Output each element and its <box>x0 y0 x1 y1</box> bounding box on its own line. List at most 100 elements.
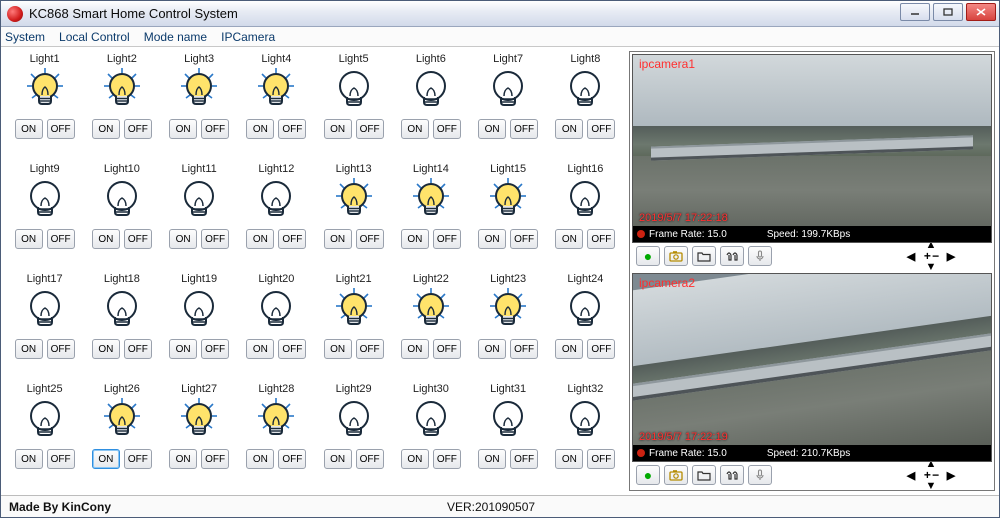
menu-mode-name[interactable]: Mode name <box>144 30 207 44</box>
light-on-button[interactable]: ON <box>15 229 43 249</box>
light-13: Light13 ONOFF <box>318 163 389 273</box>
light-on-button[interactable]: ON <box>555 339 583 359</box>
light-3: Light3ONOFF <box>164 53 235 163</box>
light-on-button[interactable]: ON <box>169 339 197 359</box>
menu-ipcamera[interactable]: IPCamera <box>221 30 275 44</box>
camera-1-audio-button[interactable] <box>720 246 744 266</box>
camera-2-view[interactable]: ipcamera2 2019/5/7 17:22:19 Frame Rate: … <box>632 273 992 462</box>
record-dot-icon <box>637 449 645 457</box>
light-on-button[interactable]: ON <box>15 339 43 359</box>
light-on-button[interactable]: ON <box>169 119 197 139</box>
light-off-button[interactable]: OFF <box>47 119 75 139</box>
light-on-button[interactable]: ON <box>92 449 120 469</box>
light-label: Light8 <box>570 53 600 65</box>
light-off-button[interactable]: OFF <box>587 449 615 469</box>
light-on-button[interactable]: ON <box>92 339 120 359</box>
light-off-button[interactable]: OFF <box>201 339 229 359</box>
bulb-on-icon <box>257 67 295 115</box>
light-on-button[interactable]: ON <box>246 119 274 139</box>
light-on-button[interactable]: ON <box>478 339 506 359</box>
light-off-button[interactable]: OFF <box>433 449 461 469</box>
ptz-down-icon[interactable]: ▼ <box>926 261 937 273</box>
light-on-button[interactable]: ON <box>324 449 352 469</box>
light-on-button[interactable]: ON <box>401 449 429 469</box>
light-on-button[interactable]: ON <box>92 229 120 249</box>
light-off-button[interactable]: OFF <box>433 339 461 359</box>
bulb-off-icon <box>335 67 373 115</box>
light-on-button[interactable]: ON <box>324 119 352 139</box>
menu-local-control[interactable]: Local Control <box>59 30 130 44</box>
light-off-button[interactable]: OFF <box>587 339 615 359</box>
light-off-button[interactable]: OFF <box>201 119 229 139</box>
camera-2-snapshot-button[interactable] <box>664 465 688 485</box>
light-on-button[interactable]: ON <box>92 119 120 139</box>
light-off-button[interactable]: OFF <box>124 449 152 469</box>
camera-1-record-button[interactable]: ● <box>636 246 660 266</box>
light-off-button[interactable]: OFF <box>124 119 152 139</box>
light-on-button[interactable]: ON <box>246 229 274 249</box>
camera-2-mic-button[interactable] <box>748 465 772 485</box>
light-on-button[interactable]: ON <box>555 119 583 139</box>
camera-1-folder-button[interactable] <box>692 246 716 266</box>
light-off-button[interactable]: OFF <box>356 339 384 359</box>
light-off-button[interactable]: OFF <box>587 229 615 249</box>
light-on-button[interactable]: ON <box>555 449 583 469</box>
light-on-button[interactable]: ON <box>324 229 352 249</box>
ptz-right-icon[interactable]: ▶ <box>947 469 955 482</box>
light-buttons: ONOFF <box>169 119 229 139</box>
light-off-button[interactable]: OFF <box>433 229 461 249</box>
light-on-button[interactable]: ON <box>401 229 429 249</box>
light-off-button[interactable]: OFF <box>356 119 384 139</box>
camera-2-timestamp: 2019/5/7 17:22:19 <box>639 431 728 443</box>
light-off-button[interactable]: OFF <box>201 449 229 469</box>
maximize-button[interactable] <box>933 3 963 21</box>
light-on-button[interactable]: ON <box>401 339 429 359</box>
light-on-button[interactable]: ON <box>478 119 506 139</box>
light-buttons: ONOFF <box>92 339 152 359</box>
camera-2-folder-button[interactable] <box>692 465 716 485</box>
menu-system[interactable]: System <box>5 30 45 44</box>
light-off-button[interactable]: OFF <box>47 449 75 469</box>
light-off-button[interactable]: OFF <box>278 229 306 249</box>
light-off-button[interactable]: OFF <box>356 449 384 469</box>
light-off-button[interactable]: OFF <box>356 229 384 249</box>
light-on-button[interactable]: ON <box>478 449 506 469</box>
light-on-button[interactable]: ON <box>15 119 43 139</box>
light-off-button[interactable]: OFF <box>278 119 306 139</box>
light-off-button[interactable]: OFF <box>124 339 152 359</box>
light-off-button[interactable]: OFF <box>510 229 538 249</box>
light-on-button[interactable]: ON <box>555 229 583 249</box>
camera-1-mic-button[interactable] <box>748 246 772 266</box>
minimize-button[interactable] <box>900 3 930 21</box>
light-on-button[interactable]: ON <box>246 449 274 469</box>
light-off-button[interactable]: OFF <box>278 449 306 469</box>
light-off-button[interactable]: OFF <box>510 339 538 359</box>
light-off-button[interactable]: OFF <box>510 119 538 139</box>
camera-1-snapshot-button[interactable] <box>664 246 688 266</box>
camera-2-record-button[interactable]: ● <box>636 465 660 485</box>
ptz-left-icon[interactable]: ◀ <box>907 469 915 482</box>
light-off-button[interactable]: OFF <box>278 339 306 359</box>
light-off-button[interactable]: OFF <box>124 229 152 249</box>
light-off-button[interactable]: OFF <box>47 229 75 249</box>
camera-1-view[interactable]: ipcamera1 2019/5/7 17:22:18 Frame Rate: … <box>632 54 992 243</box>
light-on-button[interactable]: ON <box>15 449 43 469</box>
light-on-button[interactable]: ON <box>169 229 197 249</box>
camera-2-audio-button[interactable] <box>720 465 744 485</box>
light-on-button[interactable]: ON <box>324 339 352 359</box>
light-off-button[interactable]: OFF <box>433 119 461 139</box>
light-off-button[interactable]: OFF <box>47 339 75 359</box>
light-label: Light12 <box>258 163 294 175</box>
light-label: Light13 <box>336 163 372 175</box>
ptz-left-icon[interactable]: ◀ <box>907 250 915 263</box>
light-off-button[interactable]: OFF <box>587 119 615 139</box>
close-button[interactable] <box>966 3 996 21</box>
light-on-button[interactable]: ON <box>401 119 429 139</box>
ptz-right-icon[interactable]: ▶ <box>947 250 955 263</box>
light-off-button[interactable]: OFF <box>201 229 229 249</box>
light-on-button[interactable]: ON <box>246 339 274 359</box>
ptz-down-icon[interactable]: ▼ <box>926 480 937 492</box>
light-on-button[interactable]: ON <box>169 449 197 469</box>
light-on-button[interactable]: ON <box>478 229 506 249</box>
light-off-button[interactable]: OFF <box>510 449 538 469</box>
